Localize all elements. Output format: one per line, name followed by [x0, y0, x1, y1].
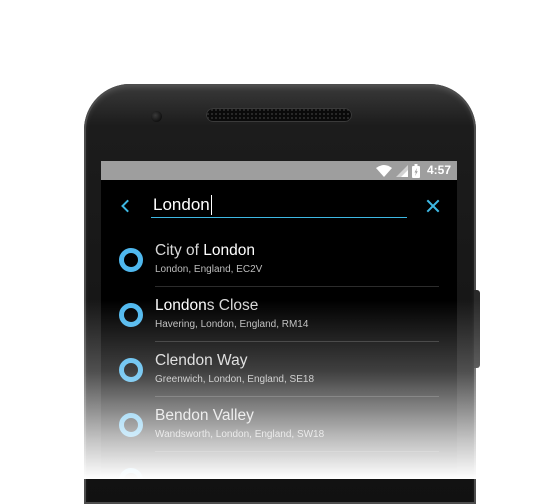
earpiece-speaker — [206, 108, 352, 122]
title-text: s Close — [206, 297, 259, 314]
chevron-left-icon — [121, 199, 129, 213]
result-subtitle: Greenwich, London, England, SE18 — [155, 374, 314, 385]
front-camera — [151, 111, 162, 122]
power-button — [474, 290, 480, 368]
result-item[interactable]: Londons Close Havering, London, England, … — [101, 287, 457, 342]
result-subtitle: Wandsworth, London, England, SW18 — [155, 429, 325, 440]
wifi-icon — [375, 164, 392, 177]
close-icon — [426, 199, 440, 213]
result-item[interactable]: City of London London, England, EC2V — [101, 232, 457, 287]
back-button[interactable] — [113, 194, 137, 218]
location-pin-icon — [119, 413, 143, 437]
battery-icon — [411, 163, 420, 178]
title-text: Bendon Valley — [155, 407, 254, 424]
title-text: Clendon Way — [155, 352, 248, 369]
result-subtitle: Havering, London, England, RM14 — [155, 319, 309, 330]
title-match-text: London — [203, 242, 255, 259]
search-toolbar — [101, 180, 457, 232]
result-title: Londons Close — [155, 297, 258, 315]
text-caret — [210, 195, 212, 215]
location-pin-icon — [119, 248, 143, 272]
status-bar: 4:57 — [101, 161, 457, 180]
result-item[interactable]: Clendon Way Greenwich, London, England, S… — [101, 342, 457, 397]
result-title: City of London — [155, 242, 255, 260]
status-time: 4:57 — [426, 163, 451, 177]
location-pin-icon — [119, 303, 143, 327]
result-title: Clendon Way — [155, 352, 247, 370]
search-results-list: City of London London, England, EC2V Londo… — [101, 232, 457, 479]
search-input[interactable] — [151, 192, 407, 218]
title-text: City of — [155, 242, 204, 259]
phone-screen: 4:57 City of London London, England, EC2V… — [101, 161, 457, 479]
title-match-text: London — [155, 297, 207, 314]
location-pin-icon — [119, 358, 143, 382]
cellular-icon — [395, 164, 408, 177]
result-item[interactable] — [101, 452, 457, 479]
clear-search-button[interactable] — [421, 194, 445, 218]
result-item[interactable]: Bendon Valley Wandsworth, London, England… — [101, 397, 457, 452]
status-icons: 4:57 — [375, 163, 451, 178]
result-subtitle: London, England, EC2V — [155, 264, 263, 275]
location-pin-icon — [119, 468, 143, 479]
result-title: Bendon Valley — [155, 407, 254, 425]
